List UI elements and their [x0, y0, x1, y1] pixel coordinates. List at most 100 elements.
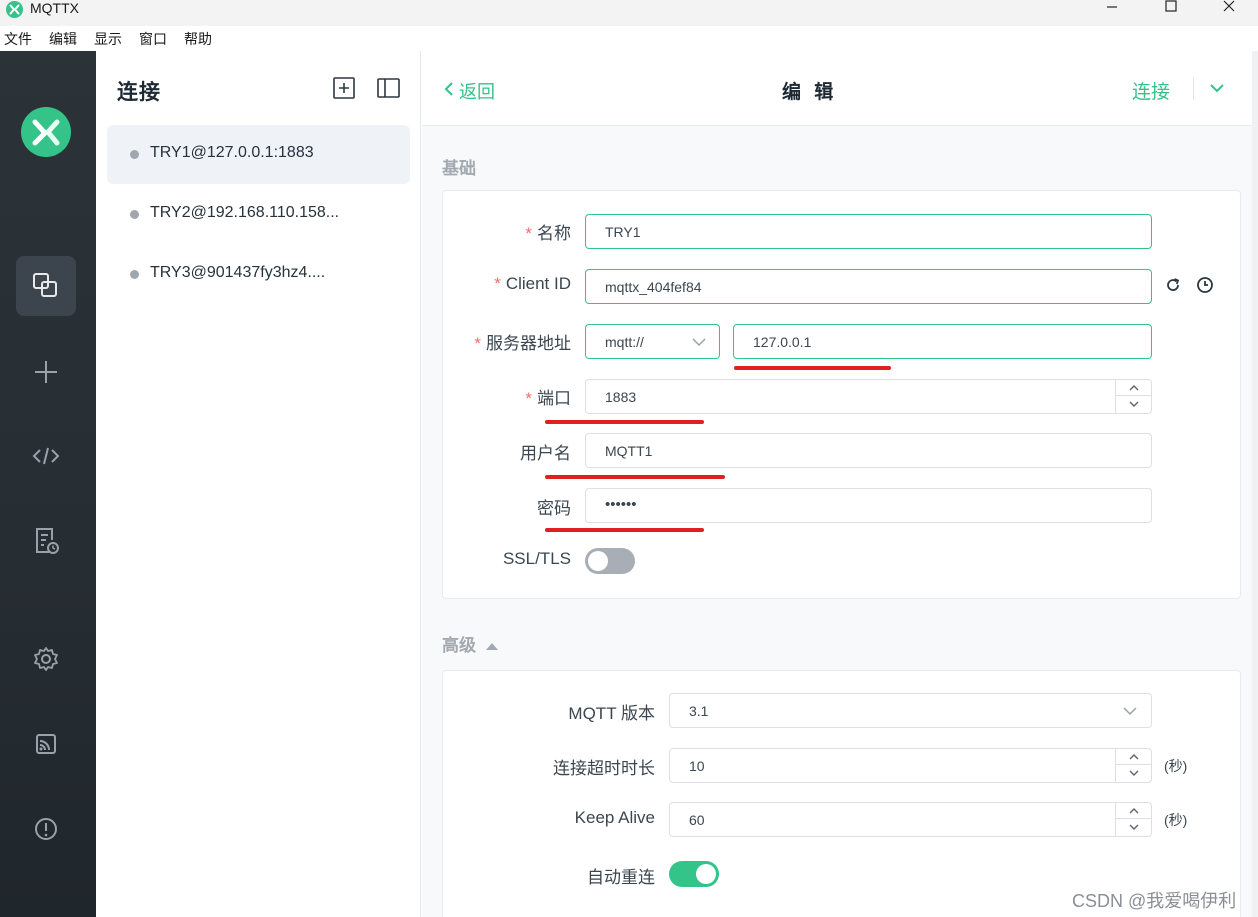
- connection-label: TRY3@901437fy3hz4....: [150, 264, 326, 281]
- annotation-underline: [545, 475, 725, 479]
- feed-icon[interactable]: [30, 728, 62, 760]
- mqtt-version-select[interactable]: 3.1: [669, 693, 1152, 728]
- ssl-label: SSL/TLS: [502, 549, 571, 568]
- menu-help[interactable]: 帮助: [184, 31, 212, 47]
- password-input[interactable]: ••••••: [585, 488, 1152, 523]
- keep-alive-input[interactable]: 60: [669, 802, 1152, 837]
- host-input[interactable]: 127.0.0.1: [733, 324, 1152, 359]
- username-label: 用户名: [520, 444, 571, 463]
- auto-reconnect-label-wrap: 自动重连: [443, 861, 655, 887]
- username-label-wrap: 用户名: [443, 437, 571, 463]
- menu-bar: 文件 编辑 显示 窗口 帮助: [0, 26, 1258, 51]
- close-window-button[interactable]: [1200, 0, 1258, 17]
- username-input[interactable]: MQTT1: [585, 433, 1152, 468]
- protocol-select[interactable]: mqtt://: [585, 324, 720, 359]
- connect-timeout-label: 连接超时时长: [553, 759, 655, 778]
- info-icon[interactable]: [30, 813, 62, 845]
- keep-alive-unit: (秒): [1164, 812, 1188, 828]
- menu-edit[interactable]: 编辑: [49, 31, 77, 47]
- timeout-stepper: [1115, 749, 1151, 782]
- port-label: * 端口: [525, 389, 571, 408]
- advanced-card: MQTT 版本 3.1 连接超时时长 10 (秒) Keep Alive 60: [442, 670, 1241, 917]
- plus-icon[interactable]: [30, 356, 62, 388]
- section-title-basic: 基础: [442, 159, 476, 178]
- toggle-knob: [588, 551, 608, 571]
- code-icon[interactable]: [30, 440, 62, 472]
- toggle-knob: [696, 864, 716, 884]
- port-label-wrap: * 端口: [443, 382, 571, 408]
- window-title: MQTTX: [30, 0, 79, 16]
- mqttx-logo-icon: [21, 107, 71, 157]
- annotation-underline: [734, 366, 891, 370]
- decrement-button[interactable]: [1116, 819, 1151, 836]
- refresh-icon[interactable]: [1164, 276, 1182, 294]
- connection-item[interactable]: TRY3@901437fy3hz4....: [107, 245, 410, 304]
- connect-timeout-input[interactable]: 10: [669, 748, 1152, 783]
- connection-label: TRY2@192.168.110.158...: [150, 204, 340, 221]
- name-label: * 名称: [525, 224, 571, 243]
- section-title-advanced[interactable]: 高级: [442, 631, 499, 656]
- keep-alive-label: Keep Alive: [574, 808, 655, 827]
- connection-list-panel: 连接 TRY1@127.0.0.1:1883 TRY2@192.168.110.…: [96, 51, 421, 917]
- gear-icon[interactable]: [30, 643, 62, 675]
- status-dot: [130, 210, 139, 219]
- decrement-button[interactable]: [1116, 396, 1151, 413]
- increment-button[interactable]: [1116, 380, 1151, 396]
- watermark: CSDN @我爱喝伊利: [1072, 891, 1237, 911]
- name-label-wrap: * 名称: [443, 217, 571, 243]
- app-logo-icon: [6, 1, 23, 18]
- status-dot: [130, 150, 139, 159]
- scrollbar-track[interactable]: [1252, 51, 1258, 917]
- annotation-underline: [545, 420, 704, 424]
- connection-item[interactable]: TRY2@192.168.110.158...: [107, 185, 410, 244]
- auto-reconnect-label: 自动重连: [587, 868, 655, 887]
- annotation-underline: [545, 528, 704, 532]
- page-title: 编 辑: [782, 82, 838, 103]
- new-connection-icon[interactable]: [332, 76, 356, 100]
- increment-button[interactable]: [1116, 749, 1151, 765]
- connect-button[interactable]: 连接: [1132, 77, 1170, 104]
- title-bar: MQTTX: [0, 0, 1258, 26]
- toggle-sidebar-icon[interactable]: [376, 76, 400, 100]
- port-stepper: [1115, 380, 1151, 413]
- password-label: 密码: [537, 499, 571, 518]
- password-label-wrap: 密码: [443, 492, 571, 518]
- auto-reconnect-toggle[interactable]: [669, 861, 719, 887]
- maximize-button[interactable]: [1142, 0, 1200, 17]
- mqtt-version-label: MQTT 版本: [568, 704, 655, 723]
- status-dot: [130, 270, 139, 279]
- chevron-down-icon[interactable]: [1208, 80, 1226, 96]
- basic-card: * 名称 TRY1 * Client ID mqttx_404fef84 * 服务器地…: [442, 190, 1241, 599]
- connect-timeout-label-wrap: 连接超时时长: [443, 752, 655, 778]
- chevron-down-icon: [692, 338, 706, 347]
- name-input[interactable]: TRY1: [585, 214, 1152, 249]
- decrement-button[interactable]: [1116, 765, 1151, 782]
- menu-window[interactable]: 窗口: [139, 31, 167, 47]
- chevron-down-icon: [1123, 707, 1137, 716]
- caret-up-icon: [485, 643, 498, 650]
- log-icon[interactable]: [30, 525, 62, 557]
- back-label: 返回: [459, 82, 495, 102]
- minimize-button[interactable]: [1083, 0, 1141, 17]
- host-label-wrap: * 服务器地址: [443, 327, 571, 353]
- connections-icon[interactable]: [30, 270, 62, 302]
- client-id-label-wrap: * Client ID: [443, 272, 571, 296]
- connection-item[interactable]: TRY1@127.0.0.1:1883: [107, 125, 410, 184]
- menu-view[interactable]: 显示: [94, 31, 122, 47]
- clock-icon[interactable]: [1196, 276, 1214, 294]
- edit-panel: 返回 编 辑 连接 基础 * 名称 TRY1 * Client ID mqttx_4…: [422, 51, 1258, 917]
- mqtt-version-label-wrap: MQTT 版本: [443, 697, 655, 723]
- keep-alive-label-wrap: Keep Alive: [443, 806, 655, 830]
- increment-button[interactable]: [1116, 803, 1151, 819]
- connections-title: 连接: [117, 81, 161, 104]
- timeout-unit: (秒): [1164, 758, 1188, 774]
- menu-file[interactable]: 文件: [4, 31, 32, 47]
- edit-topbar: 返回 编 辑 连接: [422, 51, 1258, 126]
- ssl-label-wrap: SSL/TLS: [443, 547, 571, 571]
- nav-rail: [0, 51, 96, 917]
- divider: [1193, 78, 1194, 100]
- keep-alive-stepper: [1115, 803, 1151, 836]
- port-input[interactable]: 1883: [585, 379, 1152, 414]
- client-id-input[interactable]: mqttx_404fef84: [585, 269, 1152, 304]
- ssl-toggle[interactable]: [585, 548, 635, 574]
